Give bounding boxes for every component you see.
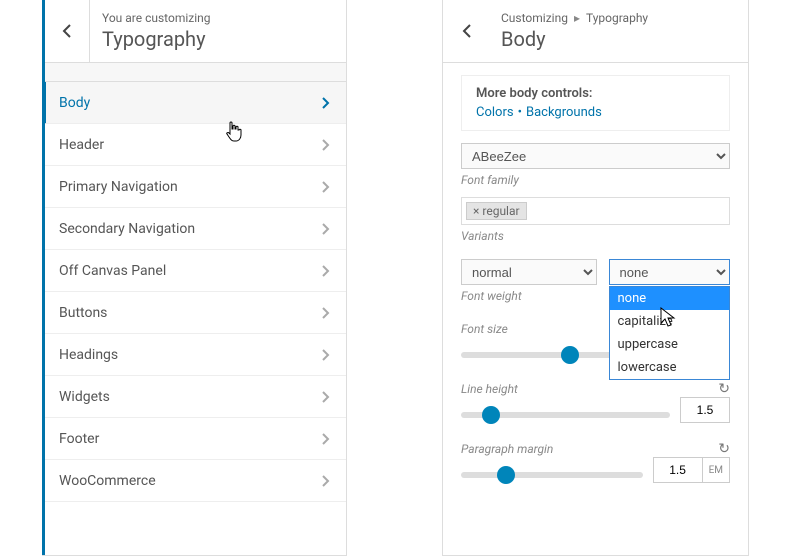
slider-thumb[interactable] bbox=[561, 346, 579, 364]
chevron-right-icon bbox=[322, 223, 330, 235]
paragraph-margin-valuebox: EM bbox=[653, 457, 730, 483]
chevron-right-icon: ▸ bbox=[574, 11, 580, 25]
customizer-body-panel: Customizing ▸ Typography Body More body co… bbox=[442, 0, 749, 556]
transform-option-uppercase[interactable]: uppercase bbox=[610, 333, 730, 356]
chevron-right-icon bbox=[322, 307, 330, 319]
customizer-section-list: You are customizing Typography Body Heade… bbox=[42, 0, 347, 556]
breadcrumb-section: Typography bbox=[586, 11, 648, 25]
section-item-label: Header bbox=[59, 137, 104, 153]
section-item-label: Off Canvas Panel bbox=[59, 263, 166, 279]
line-height-valuebox bbox=[680, 397, 730, 423]
section-item-footer[interactable]: Footer bbox=[43, 418, 346, 460]
section-item-label: Body bbox=[59, 95, 90, 111]
chevron-right-icon bbox=[322, 97, 330, 109]
separator-dot: • bbox=[518, 105, 522, 120]
section-item-label: Buttons bbox=[59, 305, 107, 321]
chevron-right-icon bbox=[322, 433, 330, 445]
chevron-right-icon bbox=[322, 391, 330, 403]
paragraph-margin-slider[interactable] bbox=[461, 472, 643, 478]
panel-header: Customizing ▸ Typography Body bbox=[443, 0, 748, 63]
header-title: Body bbox=[501, 27, 648, 51]
section-item-label: Widgets bbox=[59, 389, 110, 405]
paragraph-margin-label: Paragraph margin bbox=[461, 442, 553, 456]
more-controls-box: More body controls: Colors • Backgrounds bbox=[461, 75, 730, 131]
variants-input[interactable]: × regular bbox=[461, 197, 730, 225]
breadcrumb-root: Customizing bbox=[501, 11, 568, 25]
section-item-body[interactable]: Body bbox=[42, 82, 346, 124]
breadcrumb: Customizing ▸ Typography bbox=[501, 11, 648, 25]
back-button[interactable] bbox=[43, 0, 90, 62]
reset-line-height[interactable]: ↻ bbox=[718, 381, 730, 397]
transform-option-lowercase[interactable]: lowercase bbox=[610, 356, 730, 379]
variants-label: Variants bbox=[461, 229, 730, 243]
reset-paragraph-margin[interactable]: ↻ bbox=[718, 441, 730, 457]
chevron-left-icon bbox=[62, 24, 71, 38]
transform-option-capitalize[interactable]: capitalize bbox=[610, 310, 730, 333]
back-button[interactable] bbox=[443, 0, 489, 62]
chevron-left-icon bbox=[462, 24, 471, 38]
section-item-secondary-navigation[interactable]: Secondary Navigation bbox=[43, 208, 346, 250]
text-transform-dropdown-list: nonecapitalizeuppercaselowercase bbox=[609, 286, 731, 380]
chevron-right-icon bbox=[322, 139, 330, 151]
section-item-buttons[interactable]: Buttons bbox=[43, 292, 346, 334]
slider-thumb[interactable] bbox=[482, 406, 500, 424]
section-item-header[interactable]: Header bbox=[43, 124, 346, 166]
spacer bbox=[43, 63, 346, 82]
section-item-label: WooCommerce bbox=[59, 473, 156, 489]
section-item-woocommerce[interactable]: WooCommerce bbox=[43, 460, 346, 502]
transform-option-none[interactable]: none bbox=[610, 287, 730, 310]
text-transform-select[interactable]: none bbox=[609, 259, 731, 285]
section-item-label: Secondary Navigation bbox=[59, 221, 195, 237]
font-family-select[interactable]: ABeeZee bbox=[461, 143, 730, 169]
header-pretext: You are customizing bbox=[102, 11, 211, 25]
font-size-label: Font size bbox=[461, 322, 508, 336]
slider-thumb[interactable] bbox=[497, 466, 515, 484]
chevron-right-icon bbox=[322, 475, 330, 487]
section-item-primary-navigation[interactable]: Primary Navigation bbox=[43, 166, 346, 208]
chevron-right-icon bbox=[322, 349, 330, 361]
link-colors[interactable]: Colors bbox=[476, 105, 514, 120]
link-backgrounds[interactable]: Backgrounds bbox=[526, 105, 602, 120]
section-item-label: Footer bbox=[59, 431, 99, 447]
line-height-slider[interactable] bbox=[461, 412, 670, 418]
line-height-input[interactable] bbox=[681, 398, 729, 422]
header-title: Typography bbox=[102, 27, 211, 51]
paragraph-margin-unit: EM bbox=[702, 458, 729, 482]
section-item-label: Headings bbox=[59, 347, 118, 363]
chevron-right-icon bbox=[322, 181, 330, 193]
section-item-headings[interactable]: Headings bbox=[43, 334, 346, 376]
more-controls-title: More body controls: bbox=[476, 86, 715, 101]
panel-header: You are customizing Typography bbox=[43, 0, 346, 63]
variant-tag-regular[interactable]: × regular bbox=[466, 202, 527, 220]
section-item-off-canvas-panel[interactable]: Off Canvas Panel bbox=[43, 250, 346, 292]
font-weight-select[interactable]: normal bbox=[461, 259, 597, 285]
chevron-right-icon bbox=[322, 265, 330, 277]
font-family-label: Font family bbox=[461, 173, 730, 187]
section-item-widgets[interactable]: Widgets bbox=[43, 376, 346, 418]
line-height-label: Line height bbox=[461, 382, 518, 396]
paragraph-margin-input[interactable] bbox=[654, 458, 702, 482]
section-item-label: Primary Navigation bbox=[59, 179, 178, 195]
